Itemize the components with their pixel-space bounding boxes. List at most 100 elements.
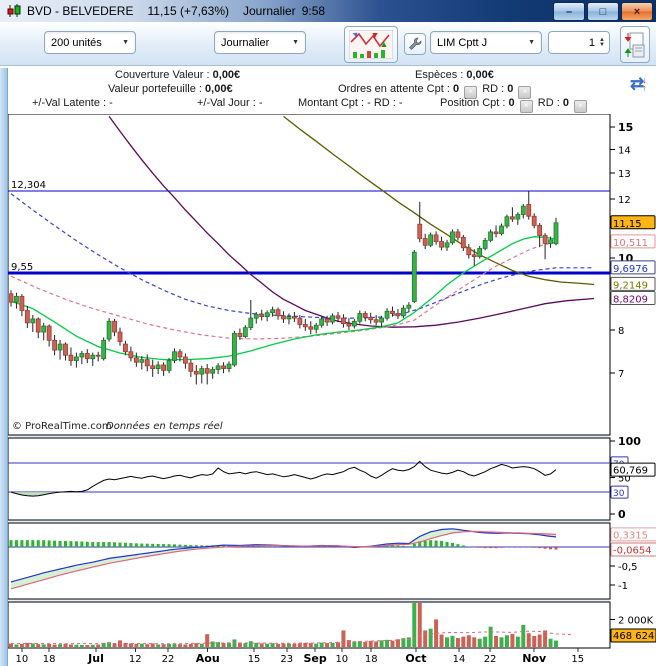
copyright: © ProRealTime.com <box>12 421 112 432</box>
window-title-period: Journalier <box>242 4 296 18</box>
x-axis-label: Nov <box>522 652 547 665</box>
svg-text:30: 30 <box>613 489 625 499</box>
mini-chart-icon <box>349 30 393 59</box>
montant-label: Montant <box>298 97 338 109</box>
x-axis-label: 23 <box>280 654 293 665</box>
close-icon: × <box>633 5 641 18</box>
x-axis-label: 18 <box>365 654 378 665</box>
order-type-value: LIM Cptt J <box>437 36 488 49</box>
x-axis-label: 12 <box>129 654 142 665</box>
close-position-cpt-icon[interactable]: × <box>519 100 533 113</box>
position-cpt-label: Cpt : <box>482 97 506 109</box>
close-position-rd-icon[interactable]: × <box>574 100 587 113</box>
svg-text:-0,5: -0,5 <box>618 562 638 573</box>
order-type-select[interactable]: LIM Cptt J ▼ <box>430 31 542 54</box>
panel-splitter[interactable] <box>0 68 8 666</box>
couverture-label: Couverture Valeur : <box>115 69 210 81</box>
chart-style-button[interactable] <box>344 26 398 63</box>
level-label: 12,304 <box>11 180 46 191</box>
ordres-cpt-label: Cpt : <box>426 83 450 95</box>
up-down-arrows-icon: ↓ ↑ <box>642 75 647 93</box>
especes-value: 0,00€ <box>466 69 494 81</box>
period-select[interactable]: Journalier ▼ <box>214 31 306 54</box>
especes-label: Espèces : <box>415 69 464 81</box>
chart-canvas[interactable]: 12,304 9,55 © ProRealTime.comDonnées en te… <box>0 114 656 666</box>
toolbar: 200 unités ▼ Journalier ▼ LIM Cptt J ▼ 1… <box>0 22 656 66</box>
chart-area: 12,304 9,55 © ProRealTime.com Données en te… <box>0 68 656 666</box>
order-book-button[interactable] <box>620 26 650 63</box>
val-latente: +/-Val Latente : - <box>32 97 113 109</box>
ordres-cpt-value: 0 <box>452 83 460 95</box>
ordres-rd-value: 0 <box>507 83 514 95</box>
maximize-icon: □ <box>599 5 607 18</box>
window-title-symbol: BVD - BELVEDERE <box>27 4 134 18</box>
x-axis-label: 22 <box>484 654 497 665</box>
quantity-stepper[interactable]: 1 ▲ ▼ <box>548 31 610 54</box>
copyright-realtime: Données en temps réel <box>106 420 223 432</box>
svg-text:60,769: 60,769 <box>613 466 648 477</box>
svg-text:13: 13 <box>618 169 631 180</box>
svg-text:8,8209: 8,8209 <box>613 294 648 305</box>
svg-text:0,3315: 0,3315 <box>613 530 648 541</box>
minimize-button[interactable]: – <box>553 2 585 21</box>
portefeuille-label: Valeur portefeuille : <box>108 83 202 95</box>
units-select-value: 200 unités <box>51 36 102 49</box>
svg-text:468 624: 468 624 <box>613 631 654 642</box>
x-axis-label: 10 <box>335 654 348 665</box>
ordres-rd-label: RD : <box>482 83 505 95</box>
order-settings-button[interactable] <box>404 33 426 55</box>
x-axis-label: 18 <box>43 654 56 665</box>
window-title-price: 11,15 (+7,63%) <box>147 4 229 18</box>
val-jour: +/-Val Jour : - <box>197 97 263 109</box>
period-select-value: Journalier <box>221 36 270 49</box>
title-bar[interactable]: BVD - BELVEDERE 11,15 (+7,63%) Journalie… <box>0 0 656 22</box>
level-label: 9,55 <box>11 262 33 273</box>
x-axis-label: 14 <box>453 654 466 665</box>
svg-text:11,15: 11,15 <box>613 219 642 230</box>
stepper-arrows-icon[interactable]: ▲ ▼ <box>599 37 609 48</box>
order-book-icon <box>624 32 645 57</box>
position-label: Position <box>440 97 480 109</box>
x-axis-label: Jul <box>87 652 104 665</box>
close-button[interactable]: × <box>621 2 653 21</box>
svg-text:15: 15 <box>618 121 633 134</box>
x-axis-label: 15 <box>248 654 261 665</box>
candlestick-logo-icon <box>6 4 21 18</box>
svg-text:14: 14 <box>618 145 631 156</box>
svg-text:7: 7 <box>618 369 624 380</box>
svg-text:-1: -1 <box>618 581 628 592</box>
minimize-icon: – <box>565 5 573 18</box>
svg-text:8: 8 <box>618 326 624 337</box>
wrench-icon <box>409 37 422 50</box>
chevron-down-icon: ▼ <box>292 39 299 46</box>
svg-text:12: 12 <box>618 195 631 206</box>
x-axis-label: 15 <box>571 654 584 665</box>
account-info-panel: Couverture Valeur : 0,00€ Espèces : 0,00… <box>0 66 656 114</box>
sync-positions-button[interactable]: ⇄ ↓ ↑ <box>630 74 647 94</box>
window-title-time: 9:58 <box>301 4 326 18</box>
svg-text:2 000K: 2 000K <box>618 615 654 626</box>
ordres-label: Ordres en attente <box>338 83 424 95</box>
svg-text:-0,0654: -0,0654 <box>613 545 652 556</box>
svg-text:100: 100 <box>618 435 641 448</box>
portefeuille-value: 0,00€ <box>205 83 233 95</box>
position-cpt-value: 0 <box>508 97 515 109</box>
chevron-down-icon: ▼ <box>122 39 129 46</box>
svg-text:9,2149: 9,2149 <box>613 280 648 291</box>
chevron-down-icon: ▼ <box>528 39 535 46</box>
x-axis-label: 22 <box>162 654 175 665</box>
svg-text:10,511: 10,511 <box>613 238 648 249</box>
quantity-value: 1 <box>588 36 596 49</box>
couverture-value: 0,00€ <box>212 69 241 81</box>
position-rd-value: 0 <box>562 97 569 109</box>
x-axis-label: 10 <box>16 654 29 665</box>
x-axis-label: Sep <box>303 652 326 665</box>
maximize-button[interactable]: □ <box>587 2 619 21</box>
units-select[interactable]: 200 unités ▼ <box>44 31 136 54</box>
montant-values: Cpt : - RD : - <box>340 97 403 109</box>
svg-text:0: 0 <box>618 508 626 521</box>
x-axis-label: Oct <box>405 652 426 665</box>
svg-text:9,6976: 9,6976 <box>613 264 648 275</box>
trading-window: BVD - BELVEDERE 11,15 (+7,63%) Journalie… <box>0 0 656 666</box>
x-axis-label: Aou <box>196 652 220 665</box>
